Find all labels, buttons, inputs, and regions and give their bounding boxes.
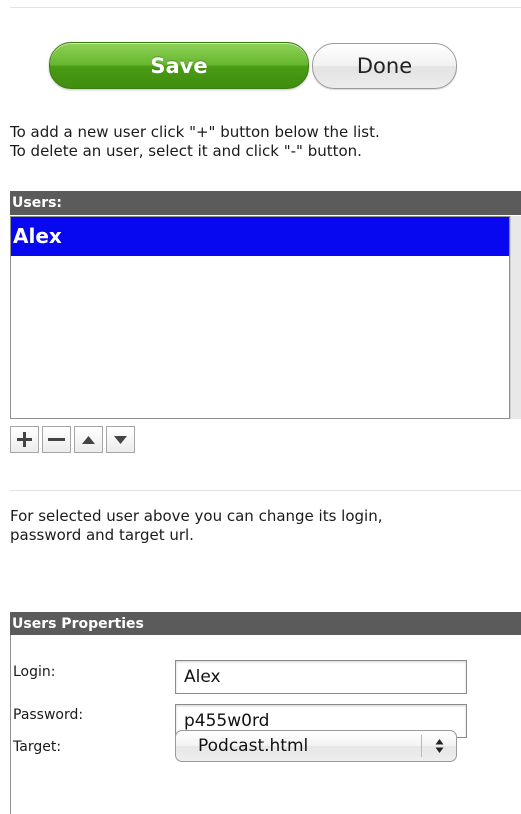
save-button[interactable]: Save	[49, 42, 309, 89]
users-hint-line-1: To add a new user click "+" button below…	[10, 123, 380, 141]
login-field[interactable]	[175, 660, 467, 694]
users-hint-line-2: To delete an user, select it and click "…	[10, 142, 362, 160]
list-item-alex[interactable]: Alex	[11, 217, 509, 256]
target-label: Target:	[13, 739, 62, 755]
add-user-button[interactable]	[10, 426, 39, 453]
users-list-scrollbar[interactable]	[510, 216, 521, 419]
done-button[interactable]: Done	[312, 43, 457, 89]
users-properties-header: Users Properties	[10, 612, 521, 636]
password-label: Password:	[13, 707, 84, 723]
remove-user-button[interactable]	[42, 426, 71, 453]
plus-icon	[17, 432, 32, 447]
move-down-button[interactable]	[106, 426, 135, 453]
move-up-button[interactable]	[74, 426, 103, 453]
users-list-header: Users:	[10, 191, 521, 215]
target-select-value: Podcast.html	[198, 736, 309, 756]
properties-hint-line-2: password and target url.	[10, 526, 194, 544]
target-select[interactable]: Podcast.html	[175, 730, 457, 762]
middle-divider	[10, 490, 521, 491]
properties-hint-line-1: For selected user above you can change i…	[10, 507, 383, 525]
top-divider	[10, 7, 521, 8]
login-label: Login:	[13, 664, 56, 680]
users-list[interactable]: Alex	[10, 216, 510, 419]
triangle-down-icon	[114, 435, 127, 444]
up-down-arrows-icon	[421, 735, 456, 757]
triangle-up-icon	[82, 435, 95, 444]
user-settings-panel: Save Done To add a new user click "+" bu…	[0, 0, 521, 814]
list-controls	[10, 426, 135, 453]
minus-icon	[48, 438, 65, 441]
